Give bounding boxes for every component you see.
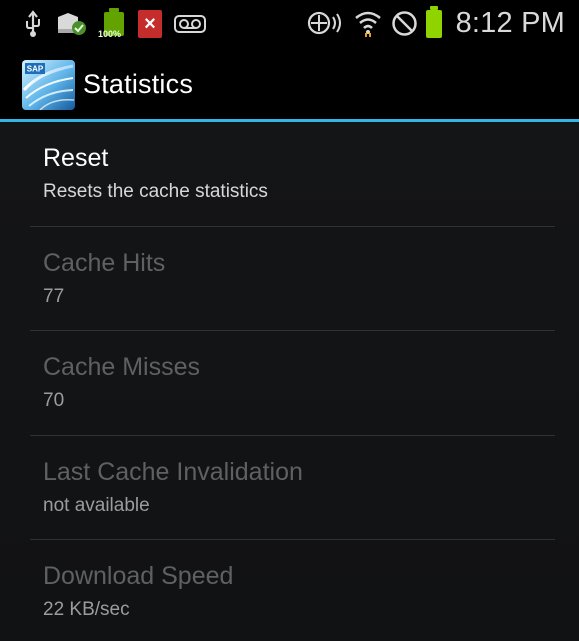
error-icon: × — [138, 10, 162, 38]
battery-percent-label: 100% — [98, 29, 122, 39]
sap-logo-text: SAP — [27, 65, 44, 74]
preference-title: Last Cache Invalidation — [43, 458, 303, 486]
preference-summary: 22 KB/sec — [43, 599, 130, 620]
cache-misses-preference: Cache Misses 70 — [0, 331, 579, 435]
battery-icon — [425, 6, 442, 40]
cache-hits-preference: Cache Hits 77 — [0, 227, 579, 331]
blocked-icon — [391, 10, 417, 36]
page-title: Statistics — [83, 69, 194, 99]
system-icons: 8:12 PM — [307, 5, 565, 41]
preference-title: Cache Hits — [43, 249, 166, 277]
usb-icon — [26, 10, 40, 37]
clock: 8:12 PM — [455, 6, 565, 39]
notification-icons: 100% × — [24, 8, 206, 40]
preferences-list: Reset Resets the cache statistics Cache … — [0, 122, 579, 641]
status-bar: 100% × 8:12 PM — [0, 0, 579, 47]
nfc-icon — [307, 11, 341, 35]
reset-preference[interactable]: Reset Resets the cache statistics — [0, 122, 579, 226]
preference-summary: not available — [43, 495, 150, 516]
battery-full-icon: 100% — [98, 8, 126, 40]
download-speed-preference: Download Speed 22 KB/sec — [0, 540, 579, 641]
gallery-sync-icon — [58, 13, 86, 35]
preference-summary: 70 — [43, 390, 65, 411]
action-bar: SAP Statistics — [0, 47, 579, 121]
preference-title: Cache Misses — [43, 353, 200, 381]
preference-title: Download Speed — [43, 562, 234, 590]
app-icon[interactable]: SAP — [22, 60, 75, 111]
preference-title: Reset — [43, 144, 109, 172]
wifi-icon — [354, 11, 381, 37]
preference-summary: 77 — [43, 286, 65, 307]
preference-summary: Resets the cache statistics — [43, 181, 268, 202]
voicemail-icon — [174, 15, 206, 33]
last-cache-invalidation-preference: Last Cache Invalidation not available — [0, 436, 579, 540]
